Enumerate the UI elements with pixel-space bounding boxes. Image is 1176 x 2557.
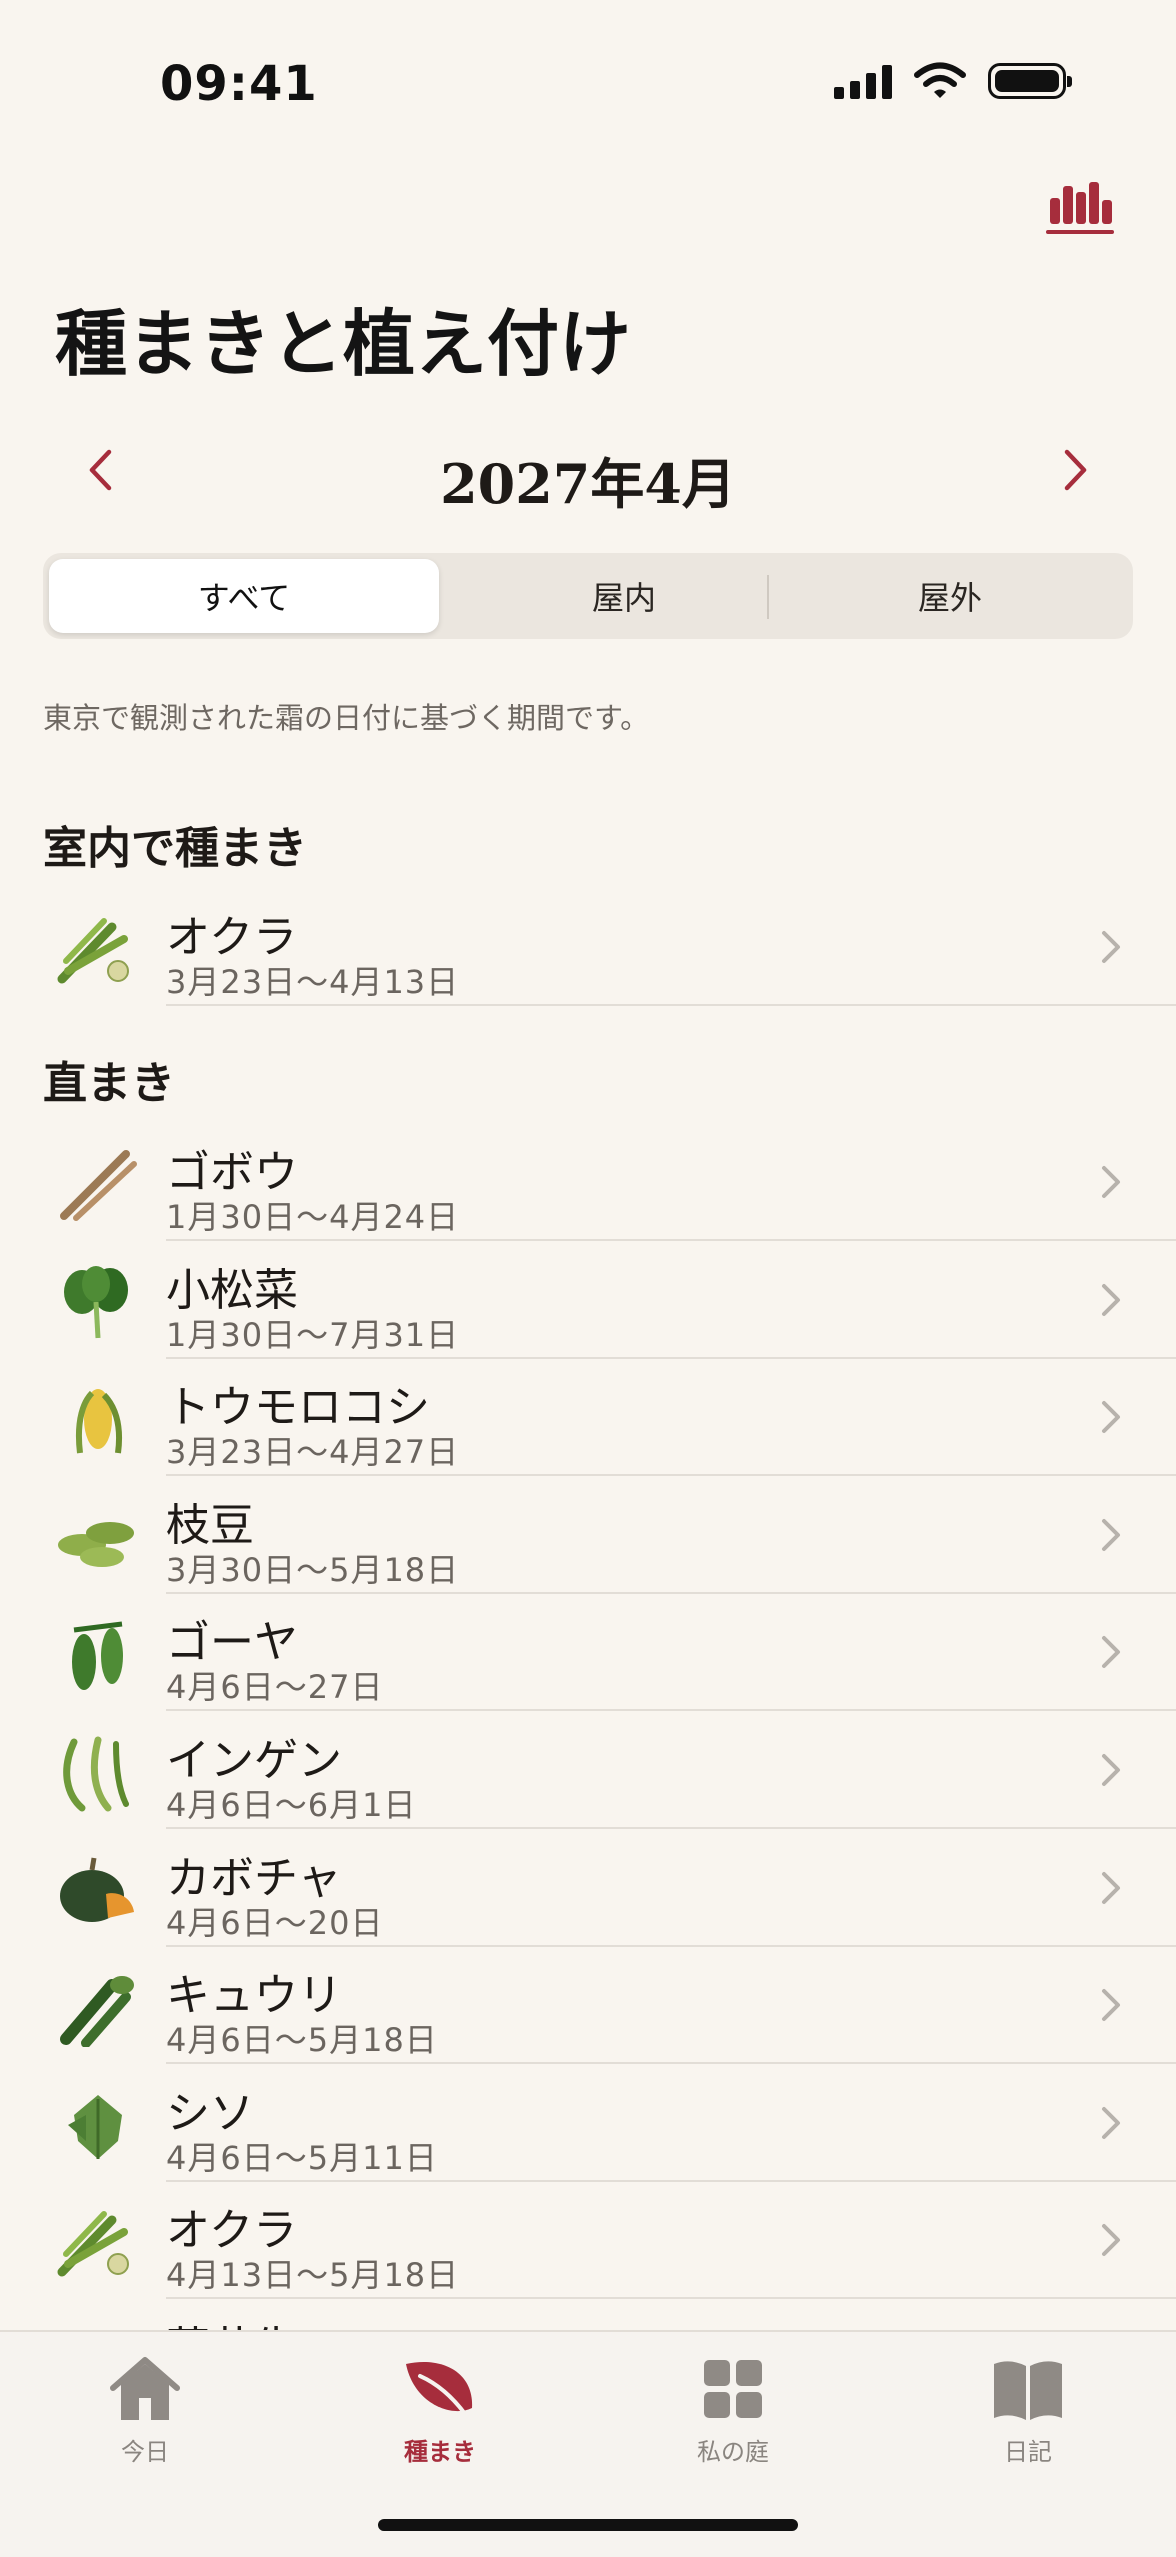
- item-name: ゴーヤ: [166, 1617, 298, 1669]
- item-dates: 3月23日～4月13日: [166, 963, 460, 1001]
- page-title: 種まきと植え付け: [55, 301, 632, 386]
- row-separator: [166, 1004, 1176, 1006]
- tab-bar: 今日 種まき 私の庭 日記: [0, 2330, 1176, 2557]
- frost-date-caption: 東京で観測された霜の日付に基づく期間です。: [43, 701, 650, 735]
- list-item[interactable]: オクラ 4月13日～5月18日: [0, 2182, 1176, 2300]
- chevron-right-icon: [1102, 2224, 1120, 2257]
- status-icons: [834, 62, 1072, 100]
- item-dates: 4月6日～5月11日: [166, 2138, 438, 2177]
- chevron-right-icon: [1102, 1283, 1120, 1316]
- item-name: インゲン: [166, 1735, 342, 1786]
- item-dates: 4月6日～5月18日: [166, 2021, 438, 2060]
- corn-icon: [75, 1389, 122, 1454]
- chevron-right-icon: [1102, 1871, 1120, 1904]
- tab-sowing-label: 種まき: [404, 2438, 476, 2466]
- item-dates: 1月30日～7月31日: [166, 1315, 460, 1354]
- chevron-right-icon: [1102, 931, 1120, 963]
- chevron-right-icon: [1102, 1401, 1120, 1434]
- item-name: シソ: [166, 2087, 254, 2139]
- cucumber-icon: [60, 1976, 134, 2048]
- chevron-right-icon: [1102, 1754, 1120, 1786]
- tab-journal[interactable]: 日記: [938, 2354, 1118, 2474]
- item-name: オクラ: [166, 2205, 298, 2257]
- leaf-icon: [406, 2361, 473, 2420]
- item-name: 枝豆: [166, 1499, 254, 1551]
- month-label: 2027年4月: [440, 452, 736, 516]
- list-item[interactable]: トウモロコシ 3月23日～4月27日: [0, 1359, 1176, 1477]
- bar-chart-icon: [1046, 182, 1114, 234]
- item-name: 小松菜: [166, 1264, 298, 1316]
- house-icon: [110, 2357, 180, 2420]
- item-dates: 3月23日～4月27日: [166, 1433, 460, 1472]
- item-name: オクラ: [166, 912, 298, 963]
- list-item[interactable]: カボチャ 4月6日～20日: [0, 1830, 1176, 1947]
- shiso-icon: [68, 2094, 122, 2159]
- bitter-melon-icon: [72, 1621, 123, 1691]
- status-time: 09:41: [160, 56, 318, 112]
- list-item[interactable]: シソ 4月6日～5月11日: [0, 2065, 1176, 2182]
- tab-sowing[interactable]: 種まき: [350, 2354, 530, 2474]
- section-header-indoor-sowing: 室内で種まき: [43, 823, 307, 874]
- segment-indoor[interactable]: 屋内: [443, 559, 805, 633]
- month-navigation: 2027年4月: [60, 430, 1116, 516]
- segment-outdoor[interactable]: 屋外: [773, 559, 1127, 633]
- segment-all[interactable]: すべて: [49, 559, 439, 633]
- next-month-button[interactable]: [1046, 440, 1106, 500]
- tab-my-garden[interactable]: 私の庭: [643, 2354, 823, 2474]
- chevron-right-icon: [1102, 2106, 1120, 2139]
- okra-icon: [57, 918, 129, 984]
- list-item[interactable]: ゴーヤ 4月6日～27日: [0, 1594, 1176, 1712]
- filter-segmented-control: すべて 屋内 屋外: [43, 553, 1133, 639]
- list-item[interactable]: インゲン 4月6日～6月1日: [0, 1712, 1176, 1829]
- chevron-right-icon: [1102, 1518, 1120, 1551]
- list-item[interactable]: キュウリ 4月6日～5月18日: [0, 1947, 1176, 2065]
- item-dates: 3月30日～5月18日: [166, 1550, 460, 1589]
- green-bean-icon: [63, 1736, 129, 1812]
- item-dates: 4月6日～20日: [166, 1903, 384, 1942]
- edamame-icon: [58, 1521, 134, 1567]
- chevron-right-icon: [1102, 1166, 1120, 1198]
- tab-my-garden-label: 私の庭: [697, 2438, 769, 2466]
- battery-icon: [988, 63, 1072, 99]
- chevron-right-icon: [1064, 449, 1087, 491]
- item-dates: 4月13日～5月18日: [166, 2256, 460, 2295]
- item-dates: 4月6日～6月1日: [166, 1786, 417, 1824]
- item-name: キュウリ: [166, 1970, 342, 2022]
- list-item[interactable]: 小松菜 1月30日～7月31日: [0, 1242, 1176, 1359]
- pumpkin-icon: [60, 1857, 134, 1922]
- list-item[interactable]: オクラ 3月23日～4月13日: [0, 889, 1176, 1006]
- chevron-right-icon: [1102, 1989, 1120, 2022]
- chevron-right-icon: [1102, 1636, 1120, 1669]
- tab-today-label: 今日: [121, 2438, 169, 2466]
- item-name: ゴボウ: [166, 1147, 298, 1198]
- item-name: トウモロコシ: [166, 1382, 430, 1434]
- okra-icon: [57, 2211, 129, 2277]
- wifi-icon: [914, 62, 966, 98]
- list-item[interactable]: ゴボウ 1月30日～4月24日: [0, 1124, 1176, 1241]
- status-bar: 09:41: [0, 0, 1176, 170]
- item-dates: 1月30日～4月24日: [166, 1198, 460, 1236]
- section-header-direct-sowing: 直まき: [43, 1058, 175, 1109]
- item-dates: 4月6日～27日: [166, 1668, 384, 1707]
- stats-button[interactable]: [1044, 178, 1116, 238]
- book-icon: [994, 2361, 1062, 2420]
- tab-today[interactable]: 今日: [55, 2354, 235, 2474]
- item-name: カボチャ: [166, 1852, 342, 1904]
- list-item[interactable]: 枝豆 3月30日～5月18日: [0, 1477, 1176, 1594]
- tab-journal-label: 日記: [1004, 2438, 1052, 2466]
- home-indicator: [378, 2519, 798, 2531]
- grid-icon: [704, 2360, 762, 2418]
- cellular-signal-icon: [834, 63, 892, 99]
- segment-divider: [767, 575, 769, 619]
- burdock-icon: [60, 1150, 137, 1221]
- komatsuna-icon: [64, 1265, 128, 1338]
